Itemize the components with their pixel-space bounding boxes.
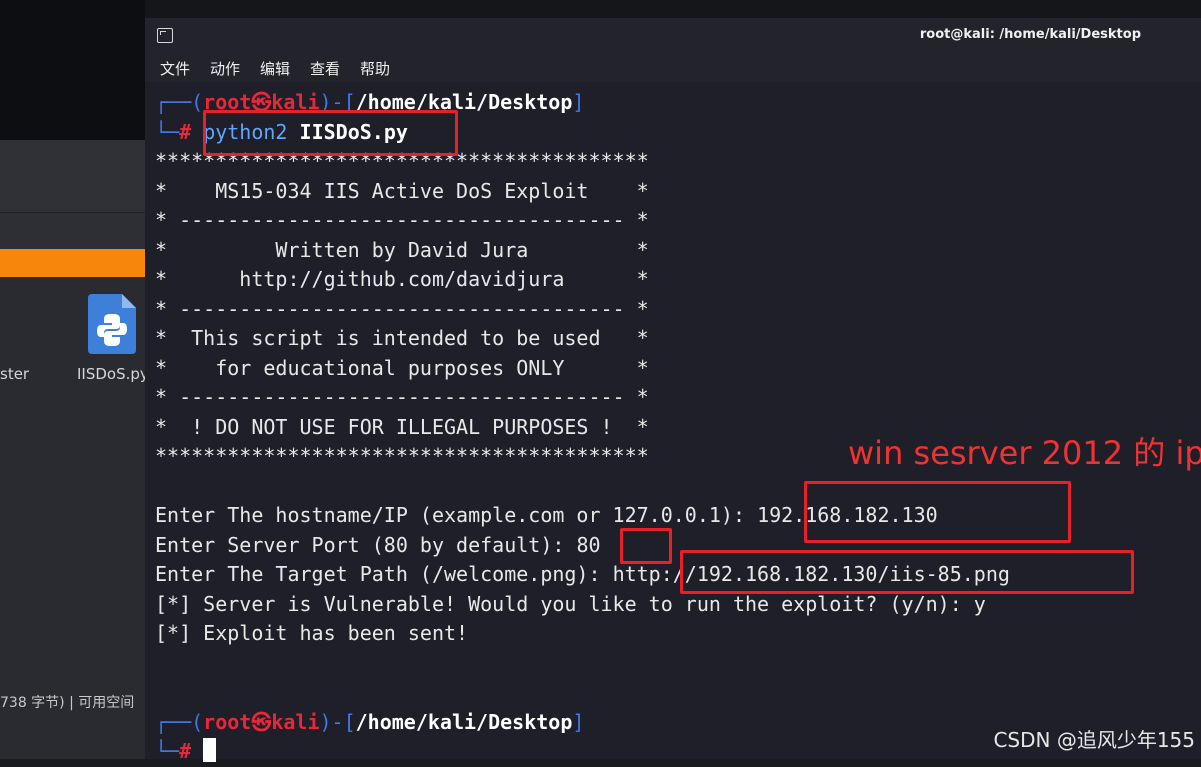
python-file-icon[interactable] xyxy=(88,294,136,354)
desktop-top-area xyxy=(0,0,145,140)
menu-help[interactable]: 帮助 xyxy=(360,58,390,79)
menu-edit[interactable]: 编辑 xyxy=(260,58,290,79)
window-title: root@kali: /home/kali/Desktop xyxy=(919,27,1141,42)
text-cursor xyxy=(203,738,217,762)
banner-line: * ------------------------------------- … xyxy=(155,385,649,409)
hostname-prompt: Enter The hostname/IP (example.com or 12… xyxy=(155,503,758,527)
banner-line: * for educational purposes ONLY * xyxy=(155,355,649,380)
annotation-box-ip xyxy=(804,481,1071,543)
annotation-label: win sesrver 2012 的 ip xyxy=(848,434,1201,472)
banner-line: * Written by David Jura * xyxy=(155,237,649,262)
terminal-icon xyxy=(157,28,173,43)
title-bar[interactable]: root@kali: /home/kali/Desktop xyxy=(145,18,1201,54)
background-window-header xyxy=(0,140,145,213)
exploit-sent-line: [*] Exploit has been sent! xyxy=(155,621,469,645)
banner-line: * ------------------------------------- … xyxy=(155,208,649,232)
path-prompt: Enter The Target Path (/welcome.png): xyxy=(155,562,613,586)
port-value: 80 xyxy=(576,532,601,557)
prompt-symbol: # xyxy=(179,739,192,763)
python-file-label[interactable]: IISDoS.py xyxy=(77,365,149,383)
file-label-partial[interactable]: ster xyxy=(0,365,29,383)
menu-bar: 文件 动作 编辑 查看 帮助 xyxy=(145,54,1201,82)
annotation-box-command xyxy=(203,110,458,156)
annotation-box-port xyxy=(620,528,672,564)
port-prompt: Enter Server Port (80 by default): xyxy=(155,532,577,557)
prompt-at-symbol: ㉿ xyxy=(251,709,272,734)
annotation-box-path xyxy=(680,550,1134,594)
prompt-path: /home/kali/Desktop xyxy=(355,709,573,734)
background-window-accent-bar xyxy=(0,249,145,277)
banner-line: * This script is intended to be used * xyxy=(155,326,649,350)
prompt-symbol: # xyxy=(179,119,192,144)
menu-file[interactable]: 文件 xyxy=(160,58,190,79)
menu-action[interactable]: 动作 xyxy=(210,58,240,79)
menu-view[interactable]: 查看 xyxy=(310,58,340,79)
banner-line: * http://github.com/davidjura * xyxy=(155,267,649,291)
banner-line: * MS15-034 IIS Active DoS Exploit * xyxy=(155,178,649,203)
prompt-host: kali xyxy=(271,709,320,734)
prompt-user: root xyxy=(203,709,252,734)
watermark: CSDN @追风少年155 xyxy=(993,728,1195,752)
banner-line: * ------------------------------------- … xyxy=(155,296,649,321)
background-status-text: 738 字节) | 可用空间 xyxy=(0,695,135,711)
background-window-toolbar xyxy=(0,213,145,250)
